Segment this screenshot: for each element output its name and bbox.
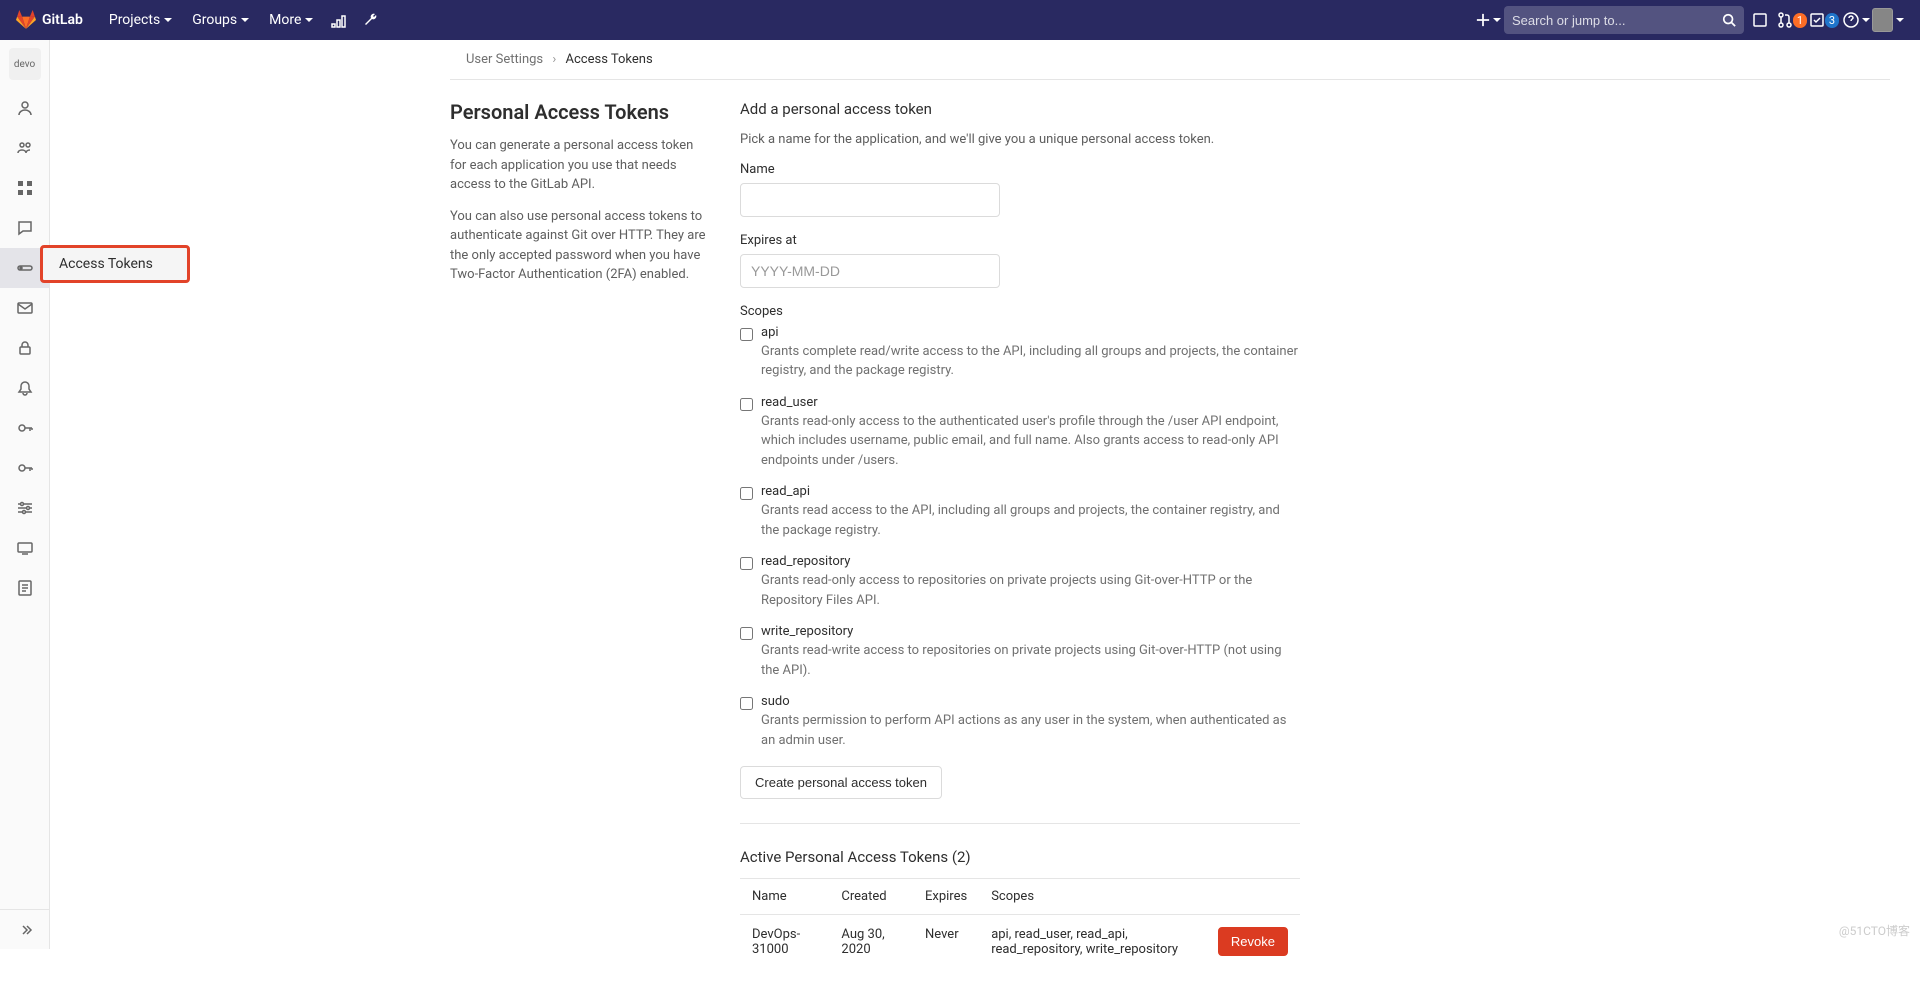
expires-label: Expires at: [740, 233, 1300, 248]
scope-read_user: read_user Grants read-only access to the…: [740, 395, 1300, 471]
scope-description: Grants read-only access to repositories …: [761, 571, 1300, 610]
merge-requests-icon[interactable]: 1: [1776, 0, 1808, 40]
nav-more[interactable]: More: [259, 0, 323, 40]
chevron-down-icon: [1896, 18, 1904, 22]
sidebar-password[interactable]: [0, 328, 49, 368]
breadcrumb: User Settings › Access Tokens: [450, 40, 1890, 80]
expires-input[interactable]: [740, 254, 1000, 288]
tanuki-icon: [16, 10, 36, 30]
chevron-down-icon: [305, 18, 313, 22]
breadcrumb-current: Access Tokens: [566, 52, 653, 67]
token-name: DevOps-31000: [740, 915, 829, 970]
name-input[interactable]: [740, 183, 1000, 217]
active-tokens-title: Active Personal Access Tokens (2): [740, 848, 1300, 866]
help-icon[interactable]: [1840, 0, 1872, 40]
issues-icon[interactable]: [1744, 0, 1776, 40]
chevron-down-icon: [241, 18, 249, 22]
th-scopes: Scopes: [979, 879, 1206, 915]
scope-checkbox-read_repository[interactable]: [740, 557, 753, 570]
token-created: Aug 30, 2020: [829, 915, 913, 970]
form-subheading: Pick a name for the application, and we'…: [740, 130, 1300, 150]
sidebar-authentication-log[interactable]: [0, 568, 49, 608]
sidebar-profile[interactable]: [0, 88, 49, 128]
activity-icon[interactable]: [323, 0, 355, 40]
page-description-2: You can also use personal access tokens …: [450, 207, 710, 285]
search-icon: [1722, 13, 1736, 27]
gitlab-logo[interactable]: GitLab: [16, 10, 83, 30]
scope-checkbox-sudo[interactable]: [740, 697, 753, 710]
scope-name-label: api: [761, 325, 1300, 340]
divider: [740, 823, 1300, 824]
sidebar-ssh-keys[interactable]: [0, 408, 49, 448]
nav-projects[interactable]: Projects: [99, 0, 182, 40]
scope-description: Grants permission to perform API actions…: [761, 711, 1300, 750]
form-heading: Add a personal access token: [740, 100, 1300, 118]
scope-name-label: write_repository: [761, 624, 1300, 639]
scopes-label: Scopes: [740, 304, 1300, 319]
token-row: DevOps-31000 Aug 30, 2020 Never api, rea…: [740, 915, 1300, 970]
scope-name-label: sudo: [761, 694, 1300, 709]
user-menu[interactable]: [1872, 0, 1904, 40]
sidebar-gpg-keys[interactable]: [0, 448, 49, 488]
wrench-icon[interactable]: [355, 0, 387, 40]
scope-name-label: read_api: [761, 484, 1300, 499]
search-input[interactable]: [1512, 13, 1722, 28]
page-description-1: You can generate a personal access token…: [450, 136, 710, 195]
scope-checkbox-write_repository[interactable]: [740, 627, 753, 640]
global-search[interactable]: [1504, 6, 1744, 34]
scope-read_repository: read_repository Grants read-only access …: [740, 554, 1300, 610]
scope-description: Grants read-write access to repositories…: [761, 641, 1300, 680]
mr-count-badge: 1: [1793, 13, 1807, 28]
scope-sudo: sudo Grants permission to perform API ac…: [740, 694, 1300, 750]
scope-description: Grants read access to the API, including…: [761, 501, 1300, 540]
scope-api: api Grants complete read/write access to…: [740, 325, 1300, 381]
watermark: @51CTO博客: [1839, 922, 1910, 939]
brand-text: GitLab: [42, 12, 83, 28]
sidebar-collapse-toggle[interactable]: [0, 909, 49, 949]
sidebar-preferences[interactable]: [0, 488, 49, 528]
sidebar-active-sessions[interactable]: [0, 528, 49, 568]
sidebar-account[interactable]: [0, 128, 49, 168]
sidebar-user-avatar[interactable]: devo: [9, 48, 41, 80]
sidebar-chat[interactable]: [0, 208, 49, 248]
scope-name-label: read_user: [761, 395, 1300, 410]
sidebar-applications[interactable]: [0, 168, 49, 208]
page-title: Personal Access Tokens: [450, 100, 710, 124]
scope-description: Grants read-only access to the authentic…: [761, 412, 1300, 471]
scope-checkbox-read_user[interactable]: [740, 398, 753, 411]
left-sidebar: devo: [0, 40, 50, 949]
sidebar-emails[interactable]: [0, 288, 49, 328]
create-token-button[interactable]: Create personal access token: [740, 766, 942, 799]
user-avatar: [1872, 8, 1893, 32]
todos-icon[interactable]: 3: [1808, 0, 1840, 40]
scope-description: Grants complete read/write access to the…: [761, 342, 1300, 381]
todo-count-badge: 3: [1825, 13, 1839, 28]
scope-name-label: read_repository: [761, 554, 1300, 569]
token-expires: Never: [913, 915, 979, 970]
sidebar-flyout-access-tokens[interactable]: Access Tokens: [40, 245, 190, 283]
th-name: Name: [740, 879, 829, 915]
plus-dropdown[interactable]: [1472, 0, 1504, 40]
sidebar-notifications[interactable]: [0, 368, 49, 408]
th-created: Created: [829, 879, 913, 915]
scope-write_repository: write_repository Grants read-write acces…: [740, 624, 1300, 680]
th-expires: Expires: [913, 879, 979, 915]
nav-groups[interactable]: Groups: [182, 0, 259, 40]
chevron-down-icon: [1493, 18, 1501, 22]
revoke-button[interactable]: Revoke: [1218, 927, 1288, 956]
breadcrumb-parent[interactable]: User Settings: [466, 52, 543, 67]
scope-checkbox-read_api[interactable]: [740, 487, 753, 500]
token-scopes: api, read_user, read_api, read_repositor…: [979, 915, 1206, 970]
chevron-down-icon: [1862, 18, 1870, 22]
active-tokens-table: Name Created Expires Scopes DevOps-31000…: [740, 878, 1300, 969]
scope-checkbox-api[interactable]: [740, 328, 753, 341]
scope-read_api: read_api Grants read access to the API, …: [740, 484, 1300, 540]
name-label: Name: [740, 162, 1300, 177]
chevron-down-icon: [164, 18, 172, 22]
breadcrumb-separator: ›: [552, 52, 556, 67]
top-navigation-bar: GitLab Projects Groups More 1 3: [0, 0, 1920, 40]
